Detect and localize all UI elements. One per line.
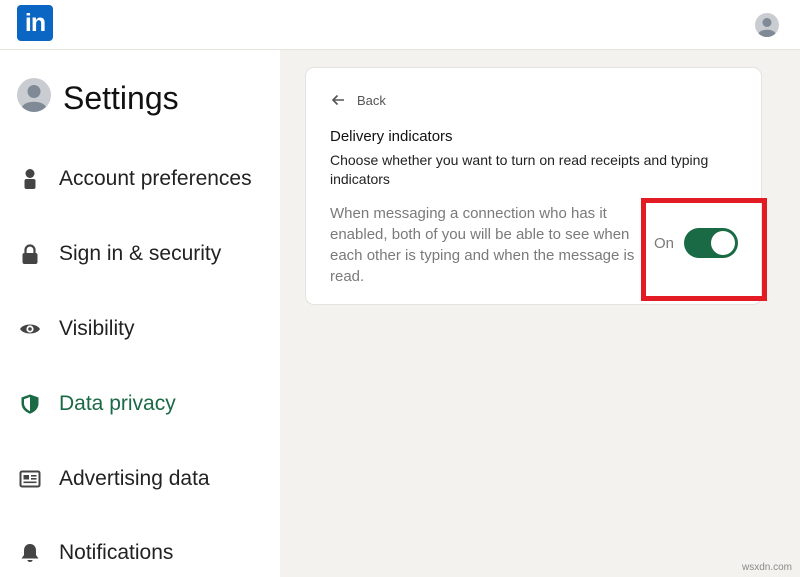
section-subtitle: Choose whether you want to turn on read … [330,152,709,187]
shield-icon [21,394,39,414]
toggle-state-label: On [654,234,675,252]
sidebar-item-account-preferences[interactable]: Account preferences [0,154,280,204]
sidebar-item-label: Notifications [59,541,174,564]
watermark: wsxdn.com [741,562,792,573]
section-title: Delivery indicators [330,128,453,145]
person-icon [24,169,36,189]
sidebar-item-notifications[interactable]: Notifications [0,528,280,577]
sidebar-item-sign-in-security[interactable]: Sign in & security [0,229,280,279]
arrow-left-icon [331,94,344,106]
settings-sidebar: Settings Account preferences Sign in & s… [0,50,280,577]
sidebar-item-data-privacy[interactable]: Data privacy [0,379,280,429]
toggle-knob [711,231,736,255]
sidebar-item-label: Sign in & security [59,242,222,265]
setting-description: When messaging a connection who has it e… [330,205,635,285]
back-button[interactable]: Back [330,90,386,110]
lock-icon [22,244,38,264]
page-title: Settings [63,80,179,116]
sidebar-item-label: Data privacy [59,392,176,415]
delivery-indicators-toggle-group: On [654,228,739,258]
delivery-indicators-toggle[interactable] [684,228,739,258]
sidebar-item-label: Visibility [59,317,135,340]
newspaper-icon [19,470,41,488]
top-nav-bar: in [0,0,800,50]
bell-icon [21,544,39,563]
sidebar-item-visibility[interactable]: Visibility [0,304,280,354]
linkedin-logo[interactable]: in [17,5,53,41]
delivery-indicators-card: Back Delivery indicators Choose whether … [306,68,761,304]
back-label: Back [357,92,386,108]
profile-avatar-icon[interactable] [755,13,779,37]
sidebar-item-label: Account preferences [59,167,252,190]
sidebar-item-label: Advertising data [59,467,210,490]
settings-avatar-icon [17,78,51,112]
sidebar-item-advertising-data[interactable]: Advertising data [0,454,280,504]
eye-icon [20,324,40,334]
